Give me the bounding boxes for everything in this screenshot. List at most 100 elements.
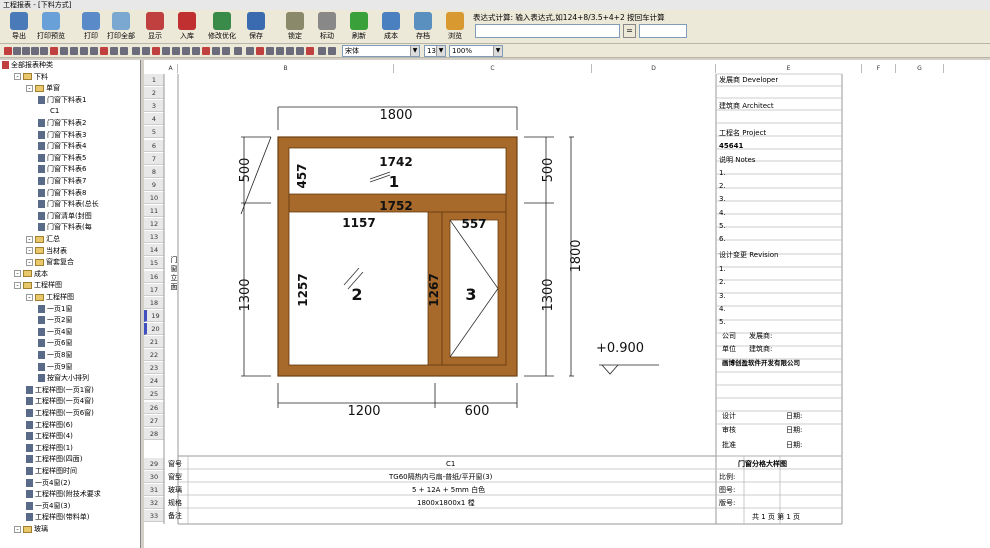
tree-item[interactable]: 按窗大小排列 [38, 373, 89, 384]
tree-item[interactable]: 工程样图(一页4窗) [26, 396, 94, 407]
expand-icon[interactable]: - [14, 281, 21, 289]
export-button[interactable]: 导出 [4, 11, 34, 43]
font-select[interactable]: 宋体 ▼ [342, 45, 420, 57]
format-tool-icon[interactable] [306, 47, 314, 55]
tree-item[interactable]: - 窗套复合 [26, 257, 74, 268]
tree-item[interactable]: 工程样图(带料单) [26, 512, 89, 523]
format-tool-icon[interactable] [162, 47, 170, 55]
browse-button[interactable]: 浏览 [440, 11, 470, 43]
tree-item[interactable]: - 成本 [14, 269, 48, 280]
tree-item[interactable]: 一页8窗 [38, 350, 72, 361]
format-tool-icon[interactable] [328, 47, 336, 55]
format-tool-icon[interactable] [182, 47, 190, 55]
format-tool-icon[interactable] [192, 47, 200, 55]
format-tool-icon[interactable] [22, 47, 30, 55]
lock-button[interactable]: 锁定 [280, 11, 310, 43]
save-button[interactable]: 保存 [241, 11, 271, 43]
tree-item[interactable]: 门窗下料表(总长 [38, 199, 99, 210]
tree-item[interactable]: 门窗下料表2 [38, 118, 86, 129]
expand-icon[interactable]: - [14, 73, 21, 81]
expand-icon[interactable]: - [26, 235, 33, 243]
tree-item[interactable]: 一页2窗 [38, 315, 72, 326]
tree-item[interactable]: - 下料 [14, 72, 48, 83]
format-tool-icon[interactable] [50, 47, 58, 55]
tree-item[interactable]: 门窗下料表1 [38, 95, 86, 106]
tree-item[interactable]: 门窗下料表7 [38, 176, 86, 187]
tree-item[interactable]: 门窗清单(封图 [38, 211, 92, 222]
format-tool-icon[interactable] [70, 47, 78, 55]
tree-item[interactable]: 一页6窗 [38, 338, 72, 349]
tree-item[interactable]: 一页4窗 [38, 327, 72, 338]
format-tool-icon[interactable] [40, 47, 48, 55]
tree-item[interactable]: 全部报表种类 [2, 60, 53, 71]
format-tool-icon[interactable] [4, 47, 12, 55]
print-preview-button[interactable]: 打印预览 [36, 11, 66, 43]
archive-button[interactable]: 存档 [408, 11, 438, 43]
tree-item[interactable]: 一页4窗(2) [26, 478, 70, 489]
tree-item[interactable]: 工程样图(4) [26, 431, 73, 442]
display-button[interactable]: 显示 [140, 11, 170, 43]
format-tool-icon[interactable] [80, 47, 88, 55]
tree-item[interactable]: 工程样图(附技术要求 [26, 489, 101, 500]
format-tool-icon[interactable] [110, 47, 118, 55]
tree-item[interactable]: - 工程样图 [14, 280, 62, 291]
stock-in-button[interactable]: 入库 [172, 11, 202, 43]
tree-item[interactable]: 工程样图(一页1窗) [26, 385, 94, 396]
tree-item[interactable]: 门窗下料表3 [38, 130, 86, 141]
formula-equals-button[interactable]: = [623, 24, 636, 38]
tree-item[interactable]: 工程样图(一页6窗) [26, 408, 94, 419]
tree-item[interactable]: 工程样图(6) [26, 420, 73, 431]
format-tool-icon[interactable] [276, 47, 284, 55]
tree-item[interactable]: - 汇总 [26, 234, 60, 245]
format-tool-icon[interactable] [142, 47, 150, 55]
format-tool-icon[interactable] [202, 47, 210, 55]
format-tool-icon[interactable] [266, 47, 274, 55]
refresh-button[interactable]: 刷新 [344, 11, 374, 43]
tree-item[interactable]: 一页4窗(3) [26, 501, 70, 512]
tree-item[interactable]: 工程样图(1) [26, 443, 73, 454]
format-tool-icon[interactable] [246, 47, 254, 55]
format-tool-icon[interactable] [286, 47, 294, 55]
tree-item[interactable]: 一页9窗 [38, 362, 72, 373]
mark-button[interactable]: 标动 [312, 11, 342, 43]
tree-item[interactable]: 一页1窗 [38, 304, 72, 315]
tree-item[interactable]: - 工程样图 [26, 292, 74, 303]
expand-icon[interactable]: - [14, 525, 21, 533]
tree-item[interactable]: 工程样图时间 [26, 466, 77, 477]
format-tool-icon[interactable] [234, 47, 242, 55]
print-button[interactable]: 打印 [76, 11, 106, 43]
tree-item[interactable]: 工程样图(四面) [26, 454, 82, 465]
format-tool-icon[interactable] [222, 47, 230, 55]
modify-optimize-button[interactable]: 修改优化 [204, 11, 240, 43]
format-tool-icon[interactable] [60, 47, 68, 55]
tree-item[interactable]: - 玻璃 [14, 524, 48, 535]
expand-icon[interactable]: - [26, 258, 33, 266]
expand-icon[interactable]: - [26, 247, 33, 255]
tree-item[interactable]: 门窗下料表8 [38, 188, 86, 199]
expand-icon[interactable]: - [26, 293, 33, 301]
format-tool-icon[interactable] [13, 47, 21, 55]
expand-icon[interactable]: - [14, 270, 21, 278]
tree-item[interactable]: - 当材表 [26, 246, 67, 257]
zoom-select[interactable]: 100% ▼ [449, 45, 503, 57]
format-tool-icon[interactable] [100, 47, 108, 55]
formula-input[interactable] [475, 24, 620, 38]
tree-item[interactable]: 门窗下料表4 [38, 141, 86, 152]
print-all-button[interactable]: 打印全部 [106, 11, 136, 43]
report-sheet[interactable]: ABCDEFG 1 2 3 4 5 6 7 8 9 10 11 12 13 14 15 16 17 18 19 20 2… [144, 60, 990, 548]
cost-button[interactable]: 成本 [376, 11, 406, 43]
format-tool-icon[interactable] [90, 47, 98, 55]
expand-icon[interactable]: - [26, 84, 33, 92]
format-tool-icon[interactable] [256, 47, 264, 55]
report-tree[interactable]: 全部报表种类 - 下料 - 单窗 门窗下料表1 C1 门窗下料表2 门窗下料表3 门窗下料表4 门窗… [0, 60, 141, 548]
format-tool-icon[interactable] [132, 47, 140, 55]
font-size-select[interactable]: 13 ▼ [424, 45, 446, 57]
tree-item[interactable]: 门窗下料表6 [38, 164, 86, 175]
format-tool-icon[interactable] [212, 47, 220, 55]
tree-item[interactable]: C1 [50, 106, 59, 117]
tree-item[interactable]: - 单窗 [26, 83, 60, 94]
tree-item[interactable]: 门窗下料表5 [38, 153, 86, 164]
format-tool-icon[interactable] [152, 47, 160, 55]
format-tool-icon[interactable] [120, 47, 128, 55]
format-tool-icon[interactable] [296, 47, 304, 55]
